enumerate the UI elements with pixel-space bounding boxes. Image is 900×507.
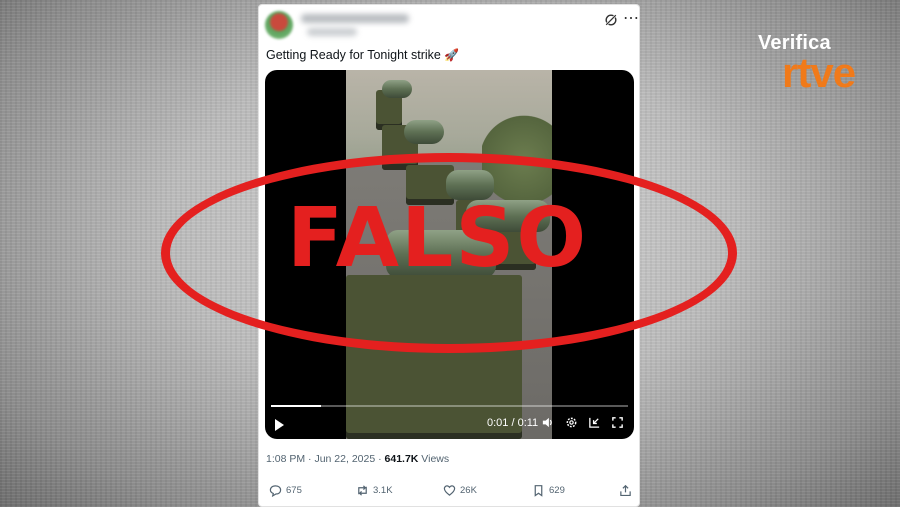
tweet-meta: 1:08 PM · Jun 22, 2025 · 641.7K Views bbox=[266, 453, 449, 465]
reply-button[interactable]: 675 bbox=[269, 484, 302, 497]
verifica-rtve-logo: Verifica rtve bbox=[758, 32, 878, 94]
bookmark-count: 629 bbox=[549, 485, 565, 496]
views-count: 641.7K bbox=[384, 453, 419, 465]
video-missile-2 bbox=[404, 120, 444, 144]
settings-icon[interactable] bbox=[565, 416, 578, 429]
tweet-date[interactable]: Jun 22, 2025 bbox=[314, 453, 375, 465]
rocket-icon: 🚀 bbox=[444, 48, 460, 62]
logo-rtve: rtve bbox=[782, 49, 856, 96]
tweet-time[interactable]: 1:08 PM bbox=[266, 453, 305, 465]
avatar[interactable] bbox=[265, 11, 293, 39]
meta-separator-2: · bbox=[378, 453, 382, 465]
bookmark-button[interactable]: 629 bbox=[532, 484, 565, 497]
repost-button[interactable]: 3.1K bbox=[356, 484, 393, 497]
falso-stamp-text: FALSO bbox=[287, 191, 589, 286]
meta-separator: · bbox=[308, 453, 312, 465]
tweet-header: ⋯ bbox=[259, 5, 639, 45]
video-progress-bar[interactable] bbox=[271, 405, 628, 407]
grok-icon[interactable] bbox=[604, 13, 618, 27]
reply-count: 675 bbox=[286, 485, 302, 496]
tweet-text: Getting Ready for Tonight strike 🚀 bbox=[266, 48, 459, 62]
bookmark-icon bbox=[534, 485, 543, 497]
video-time: 0:01 / 0:11 bbox=[487, 417, 539, 429]
volume-icon[interactable] bbox=[541, 416, 554, 429]
tweet-text-content: Getting Ready for Tonight strike bbox=[266, 48, 441, 62]
repost-count: 3.1K bbox=[373, 485, 393, 496]
video-progress-fill bbox=[271, 405, 321, 407]
reply-icon bbox=[269, 485, 282, 497]
blurred-display-name bbox=[301, 14, 409, 23]
repost-icon bbox=[358, 485, 367, 496]
pip-icon[interactable] bbox=[588, 416, 601, 429]
blurred-handle bbox=[307, 28, 357, 36]
tweet-actions: 675 3.1K 26K 629 bbox=[259, 484, 639, 506]
like-icon bbox=[443, 485, 456, 496]
like-button[interactable]: 26K bbox=[443, 484, 477, 497]
like-count: 26K bbox=[460, 485, 477, 496]
share-button[interactable] bbox=[619, 484, 632, 497]
views-label: Views bbox=[421, 453, 450, 465]
play-icon[interactable] bbox=[275, 419, 284, 431]
more-icon[interactable]: ⋯ bbox=[623, 11, 639, 27]
share-icon bbox=[620, 484, 631, 497]
fullscreen-icon[interactable] bbox=[611, 416, 624, 429]
video-missile-1 bbox=[382, 80, 412, 98]
